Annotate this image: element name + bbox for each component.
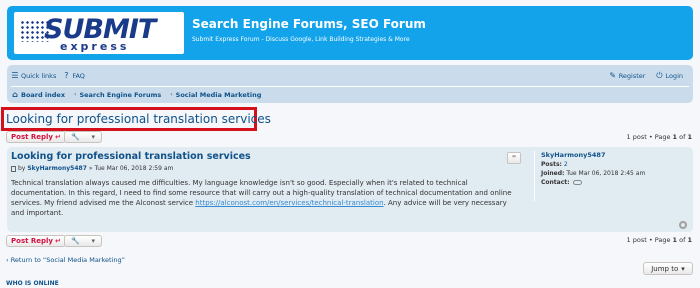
- site-description: Submit Express Forum - Discuss Google, L…: [192, 36, 410, 43]
- profile-joined-value: Tue Mar 06, 2018 2:45 am: [566, 170, 646, 177]
- topic-tools-button-bottom[interactable]: 🔧 ▾: [64, 235, 102, 247]
- quick-links-label: Quick links: [21, 72, 57, 80]
- chevron-down-icon: ▾: [91, 133, 96, 141]
- post-author-link[interactable]: SkyHarmony5487: [27, 165, 87, 172]
- chevron-down-icon: ▾: [91, 237, 96, 245]
- site-logo[interactable]: SUBMIT express: [14, 12, 184, 54]
- profile-posts-label: Posts:: [541, 161, 562, 168]
- jump-to-label: Jump to: [651, 264, 679, 273]
- return-to-forum-link[interactable]: ‹ Return to “Social Media Marketing”: [6, 256, 125, 264]
- faq-link[interactable]: ? FAQ: [62, 71, 85, 81]
- page-title[interactable]: Looking for professional translation ser…: [6, 112, 271, 126]
- topic-tools-button-top[interactable]: 🔧 ▾: [64, 131, 102, 143]
- pagination-of: of: [677, 133, 688, 141]
- page-total: 1: [687, 133, 692, 141]
- quote-button[interactable]: “: [507, 152, 521, 164]
- menu-icon: ☰: [11, 71, 19, 80]
- home-icon: ⌂: [12, 89, 18, 99]
- post: Looking for professional translation ser…: [7, 147, 693, 232]
- pagination-text: 1 post • Page: [626, 133, 673, 141]
- site-title: Search Engine Forums, SEO Forum: [192, 17, 426, 31]
- register-link[interactable]: ✎ Register: [609, 71, 646, 81]
- gear-icon[interactable]: [679, 221, 687, 229]
- jump-to-button[interactable]: Jump to ▾: [643, 262, 693, 275]
- breadcrumb-forums[interactable]: Search Engine Forums: [79, 91, 161, 99]
- post-title[interactable]: Looking for professional translation ser…: [11, 151, 251, 162]
- post-date: » Tue Mar 06, 2018 2:59 am: [88, 165, 174, 172]
- help-icon: ?: [64, 71, 69, 80]
- post-profile: SkyHarmony5487 Posts: 2 Joined: Tue Mar …: [534, 151, 689, 201]
- breadcrumb-social-media[interactable]: Social Media Marketing: [176, 91, 262, 99]
- breadcrumb-separator-icon: ‹: [74, 91, 77, 98]
- post-reply-label: Post Reply: [11, 133, 53, 141]
- wrench-icon: 🔧: [70, 237, 80, 245]
- post-meta: by SkyHarmony5487 » Tue Mar 06, 2018 2:5…: [11, 165, 173, 172]
- register-label: Register: [618, 72, 646, 80]
- nav-top-row: ☰ Quick links ? FAQ ✎ Register ⏻ Login: [11, 69, 689, 83]
- post-reply-label: Post Reply: [11, 237, 53, 245]
- navbar: ☰ Quick links ? FAQ ✎ Register ⏻ Login ⌂…: [7, 65, 693, 103]
- quick-links-menu[interactable]: ☰ Quick links: [11, 71, 57, 81]
- pagination-text: 1 post • Page: [626, 236, 673, 244]
- power-icon: ⏻: [656, 71, 663, 80]
- profile-contact: Contact:: [541, 179, 689, 186]
- post-reply-button-bottom[interactable]: Post Reply ↵: [6, 235, 66, 247]
- breadcrumb-board-index[interactable]: ⌂ Board index: [11, 89, 66, 99]
- logo-text-bottom: express: [60, 40, 130, 53]
- chevron-left-icon: ‹: [6, 256, 9, 264]
- post-body: Technical translation always caused me d…: [11, 178, 521, 218]
- who-is-online-heading: WHO IS ONLINE: [6, 280, 694, 288]
- reply-arrow-icon: ↵: [55, 133, 61, 141]
- wrench-icon: 🔧: [70, 133, 80, 141]
- reply-arrow-icon: ↵: [55, 237, 61, 245]
- profile-username[interactable]: SkyHarmony5487: [541, 151, 689, 159]
- pagination-bottom: 1 post • Page 1 of 1: [627, 236, 692, 244]
- post-by-label: by: [18, 165, 26, 172]
- pagination-top: 1 post • Page 1 of 1: [627, 133, 692, 141]
- profile-joined: Joined: Tue Mar 06, 2018 2:45 am: [541, 170, 689, 177]
- chevron-down-icon: ▾: [681, 264, 685, 273]
- faq-label: FAQ: [72, 72, 85, 80]
- user-add-icon: ✎: [609, 71, 617, 80]
- return-link-label: Return to “Social Media Marketing”: [10, 256, 125, 264]
- profile-contact-label: Contact:: [541, 179, 570, 186]
- breadcrumb-label: Board index: [21, 90, 66, 99]
- post-file-icon[interactable]: [11, 165, 16, 172]
- profile-posts: Posts: 2: [541, 161, 689, 168]
- page-total: 1: [687, 236, 692, 244]
- post-reply-button-top[interactable]: Post Reply ↵: [6, 131, 66, 143]
- profile-posts-value[interactable]: 2: [564, 161, 568, 168]
- breadcrumb-separator-icon: ‹: [170, 91, 173, 98]
- contact-toggle-icon[interactable]: [573, 180, 583, 185]
- breadcrumb: ⌂ Board index ‹ Search Engine Forums ‹ S…: [11, 86, 689, 100]
- post-body-link[interactable]: https://alconost.com/en/services/technic…: [195, 199, 383, 207]
- pagination-of: of: [677, 236, 688, 244]
- site-header: SUBMIT express Search Engine Forums, SEO…: [7, 6, 693, 60]
- login-link[interactable]: ⏻ Login: [655, 71, 683, 81]
- login-label: Login: [665, 72, 683, 80]
- profile-joined-label: Joined:: [541, 170, 565, 177]
